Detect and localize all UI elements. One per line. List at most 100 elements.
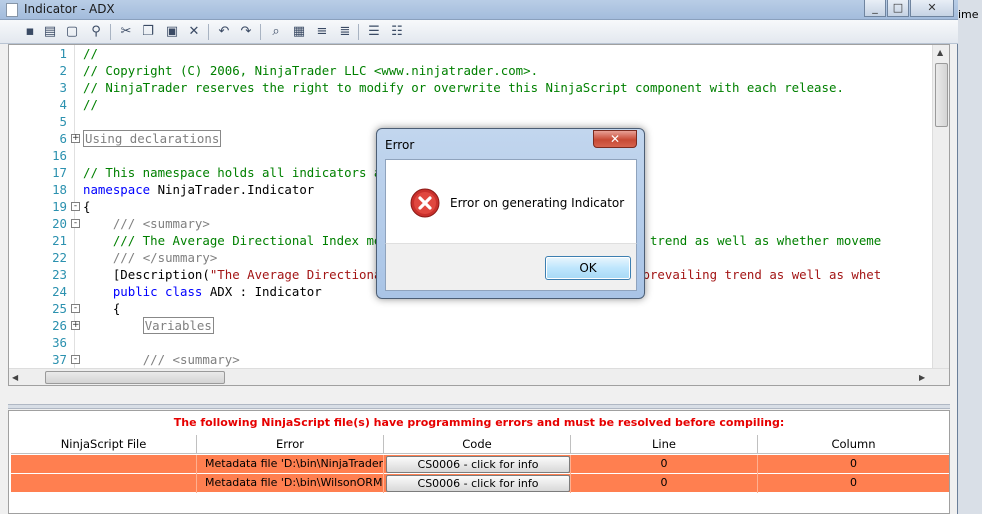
doc-tag: <summary> — [172, 352, 240, 367]
line-number: 24 — [52, 284, 67, 299]
background-window-text: ime — [958, 8, 979, 21]
line-text: // — [83, 45, 98, 62]
collapse-icon[interactable]: - — [71, 304, 80, 313]
line-text: /// </summary> — [83, 249, 217, 266]
identifier: NinjaTrader.Indicator — [150, 182, 315, 197]
save-icon[interactable]: ▪ — [22, 24, 38, 40]
error-list-panel: The following NinjaScript file(s) have p… — [8, 410, 950, 514]
line-number: 37 — [52, 352, 67, 367]
line-number: 22 — [52, 250, 67, 265]
line-text: Using declarations — [83, 130, 222, 147]
replace-icon[interactable]: ▦ — [291, 24, 307, 40]
code-token: namespace NinjaTrader.Indicator — [83, 182, 314, 197]
collapse-icon[interactable]: - — [71, 202, 80, 211]
comment-icon[interactable]: ☰ — [366, 24, 382, 40]
maximize-button[interactable]: □ — [887, 0, 909, 17]
line-number: 21 — [52, 233, 67, 248]
expand-icon[interactable]: + — [71, 134, 80, 143]
compile-icon[interactable]: ⚲ — [88, 24, 104, 40]
code-line[interactable]: 36 — [9, 334, 939, 351]
line-number: 26 — [52, 318, 67, 333]
code-token: // NinjaTrader reserves the right to mod… — [83, 80, 844, 95]
line-number: 3 — [59, 80, 67, 95]
copy-icon[interactable]: ❐ — [140, 24, 156, 40]
line-number: 6 — [59, 131, 67, 146]
line-number: 20 — [52, 216, 67, 231]
vertical-scroll-thumb[interactable] — [935, 63, 948, 127]
line-text: public class ADX : Indicator — [83, 283, 322, 300]
minimize-button[interactable]: _ — [864, 0, 886, 17]
scroll-up-icon[interactable]: ▲ — [937, 48, 943, 57]
column-header-column[interactable]: Column — [758, 435, 949, 454]
toolbar-separator — [208, 24, 209, 40]
horizontal-scrollbar[interactable]: ◀ ▶ — [9, 368, 949, 385]
delete-icon[interactable]: ✕ — [186, 24, 202, 40]
line-text: // — [83, 96, 98, 113]
column-header-line[interactable]: Line — [571, 435, 758, 454]
code-line[interactable]: 1 // — [9, 45, 939, 62]
cell-error: Metadata file 'D:\bin\NinjaTrader.C — [197, 455, 384, 474]
table-row[interactable]: Metadata file 'D:\bin\WilsonORMap CS0006… — [11, 474, 949, 493]
code-line[interactable]: 26 + Variables — [9, 317, 939, 334]
horizontal-scroll-thumb[interactable] — [45, 371, 225, 384]
scroll-left-icon[interactable]: ◀ — [12, 373, 18, 382]
line-text: // Copyright (C) 2006, NinjaTrader LLC <… — [83, 62, 538, 79]
grid-header-row: NinjaScript File Error Code Line Column — [11, 435, 949, 454]
dialog-body: Error on generating Indicator — [385, 159, 637, 243]
dialog-close-button[interactable]: ✕ — [593, 130, 637, 148]
title-bar[interactable]: Indicator - ADX _ □ ✕ — [0, 0, 958, 20]
doc-prefix: /// — [112, 216, 143, 231]
toolbar: ▪ ▤ ▢ ⚲ ✂ ❐ ▣ ✕ ↶ ↷ ⌕ ▦ ≡ ≣ ☰ ☷ — [0, 20, 958, 44]
code-line[interactable]: 2 // Copyright (C) 2006, NinjaTrader LLC … — [9, 62, 939, 79]
dialog-title: Error — [385, 138, 415, 152]
collapse-icon[interactable]: - — [71, 219, 80, 228]
ok-button[interactable]: OK — [545, 256, 631, 280]
outdent-icon[interactable]: ≣ — [337, 24, 353, 40]
code-info-button[interactable]: CS0006 - click for info — [386, 475, 570, 492]
undo-icon[interactable]: ↶ — [216, 24, 232, 40]
close-button[interactable]: ✕ — [910, 0, 954, 17]
column-header-error[interactable]: Error — [197, 435, 384, 454]
scroll-right-icon[interactable]: ▶ — [919, 373, 925, 382]
collapse-icon[interactable]: - — [71, 355, 80, 364]
line-number: 19 — [52, 199, 67, 214]
column-header-file[interactable]: NinjaScript File — [11, 435, 197, 454]
uncomment-icon[interactable]: ☷ — [389, 24, 405, 40]
line-number: 1 — [59, 46, 67, 61]
code-token: { — [83, 199, 91, 214]
code-line[interactable]: 4 // — [9, 96, 939, 113]
code-token: /// </summary> — [113, 250, 217, 265]
table-row[interactable]: Metadata file 'D:\bin\NinjaTrader.C CS00… — [11, 455, 949, 474]
indent-icon[interactable]: ≡ — [314, 24, 330, 40]
panel-splitter[interactable] — [8, 404, 950, 409]
code-line[interactable]: 37- /// <summary> — [9, 351, 939, 368]
line-text: /// <summary> — [83, 351, 240, 368]
expand-icon[interactable]: + — [71, 321, 80, 330]
line-number: 16 — [52, 148, 67, 163]
print-preview-icon[interactable]: ▢ — [64, 24, 80, 40]
code-token: /// <summary> — [113, 216, 210, 231]
vertical-scrollbar[interactable]: ▲ ▼ — [932, 45, 949, 385]
find-icon[interactable]: ⌕ — [268, 24, 284, 40]
cut-icon[interactable]: ✂ — [118, 24, 134, 40]
paste-icon[interactable]: ▣ — [164, 24, 180, 40]
code-info-button[interactable]: CS0006 - click for info — [386, 456, 570, 473]
line-number: 25 — [52, 301, 67, 316]
code-line[interactable]: 25- { — [9, 300, 939, 317]
line-number: 18 — [52, 182, 67, 197]
error-dialog: Error ✕ Error on generating Indicator OK — [376, 128, 645, 299]
redo-icon[interactable]: ↷ — [238, 24, 254, 40]
attribute: [Description( — [112, 267, 210, 282]
doc-prefix: /// — [142, 352, 173, 367]
column-header-code[interactable]: Code — [384, 435, 571, 454]
print-icon[interactable]: ▤ — [42, 24, 58, 40]
line-number: 23 — [52, 267, 67, 282]
doc-prefix: /// — [112, 250, 143, 265]
cell-column: 0 — [850, 457, 857, 470]
code-line[interactable]: 3 // NinjaTrader reserves the right to mo… — [9, 79, 939, 96]
line-text: namespace NinjaTrader.Indicator — [83, 181, 314, 198]
